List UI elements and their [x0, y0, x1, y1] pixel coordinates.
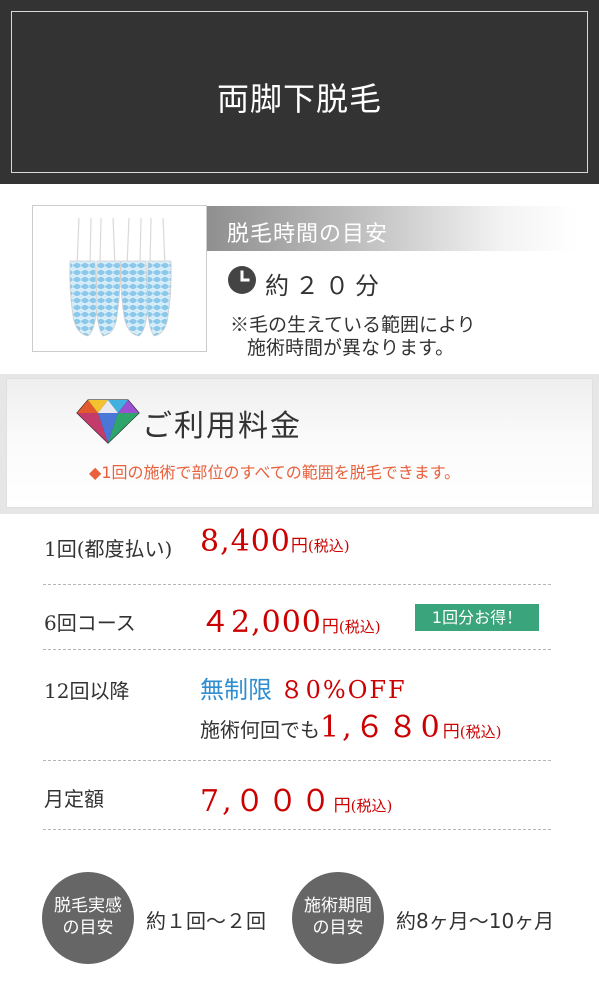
price-six: ４2,000円(税込) — [200, 597, 381, 641]
row-divider — [43, 649, 551, 650]
period-value: 約8ヶ月〜10ヶ月 — [396, 909, 555, 933]
legs-illustration — [32, 205, 207, 352]
period-badge-line2: の目安 — [312, 918, 364, 938]
time-heading: 脱毛時間の目安 — [207, 206, 577, 251]
unlimited-line: 無制限 ８0%OFF — [200, 670, 407, 705]
price-single: 8,400円(税込) — [200, 524, 350, 559]
feel-badge-line1: 脱毛実感 — [54, 896, 122, 916]
time-note-line2: 施術時間が異なります。 — [247, 337, 455, 359]
legs-icon — [69, 217, 172, 337]
price-unit: 円 — [442, 722, 460, 742]
price-twelve: 施術何回でも1,６８0円(税込) — [200, 702, 501, 746]
page-header: 両脚下脱毛 — [0, 0, 599, 184]
price-amount: 1,６８0 — [320, 710, 443, 745]
note-diamond-mark: ◆ — [89, 463, 102, 482]
row-label-single: 1回(都度払い) — [44, 537, 173, 561]
feel-badge: 脱毛実感 の目安 — [42, 872, 134, 964]
page-title: 両脚下脱毛 — [216, 80, 382, 118]
feel-badge-line2: の目安 — [62, 918, 114, 938]
period-badge: 施術期間 の目安 — [292, 872, 384, 964]
row-label-six: 6回コース — [44, 611, 136, 635]
unlimited-text: 無制限 — [200, 676, 272, 704]
price-amount: 8,400 — [200, 524, 291, 559]
price-unit: 円 — [333, 796, 351, 816]
price-tax: (税込) — [350, 797, 393, 815]
row-divider — [43, 584, 551, 585]
price-note: ◆1回の施術で部位のすべての範囲を脱毛できます。 — [89, 459, 460, 483]
price-unit: 円 — [321, 617, 339, 637]
price-unit: 円 — [290, 536, 308, 556]
price-tax: (税込) — [307, 537, 350, 555]
discount-badge: 1回分お得！ — [415, 604, 539, 631]
price-tax: (税込) — [338, 618, 381, 636]
clock-icon — [228, 266, 256, 294]
row-divider — [43, 760, 551, 761]
row-label-twelve: 12回以降 — [44, 679, 130, 703]
time-value: 約２０分 — [265, 272, 385, 300]
price-note-text: 1回の施術で部位のすべての範囲を脱毛できます。 — [101, 463, 461, 482]
price-amount: ４2,000 — [200, 605, 322, 640]
price-tax: (税込) — [459, 723, 502, 741]
price-amount: 7,０００ — [200, 784, 334, 819]
price-title: ご利用料金 — [142, 409, 302, 444]
price-prefix: 施術何回でも — [200, 718, 320, 742]
off-text: ８0%OFF — [279, 676, 407, 704]
diamond-icon — [76, 399, 140, 444]
feel-value: 約１回〜２回 — [146, 909, 266, 933]
row-label-monthly: 月定額 — [44, 787, 104, 811]
price-monthly: 7,０００円(税込) — [200, 776, 392, 820]
row-divider — [43, 829, 551, 830]
period-badge-line1: 施術期間 — [304, 896, 372, 916]
